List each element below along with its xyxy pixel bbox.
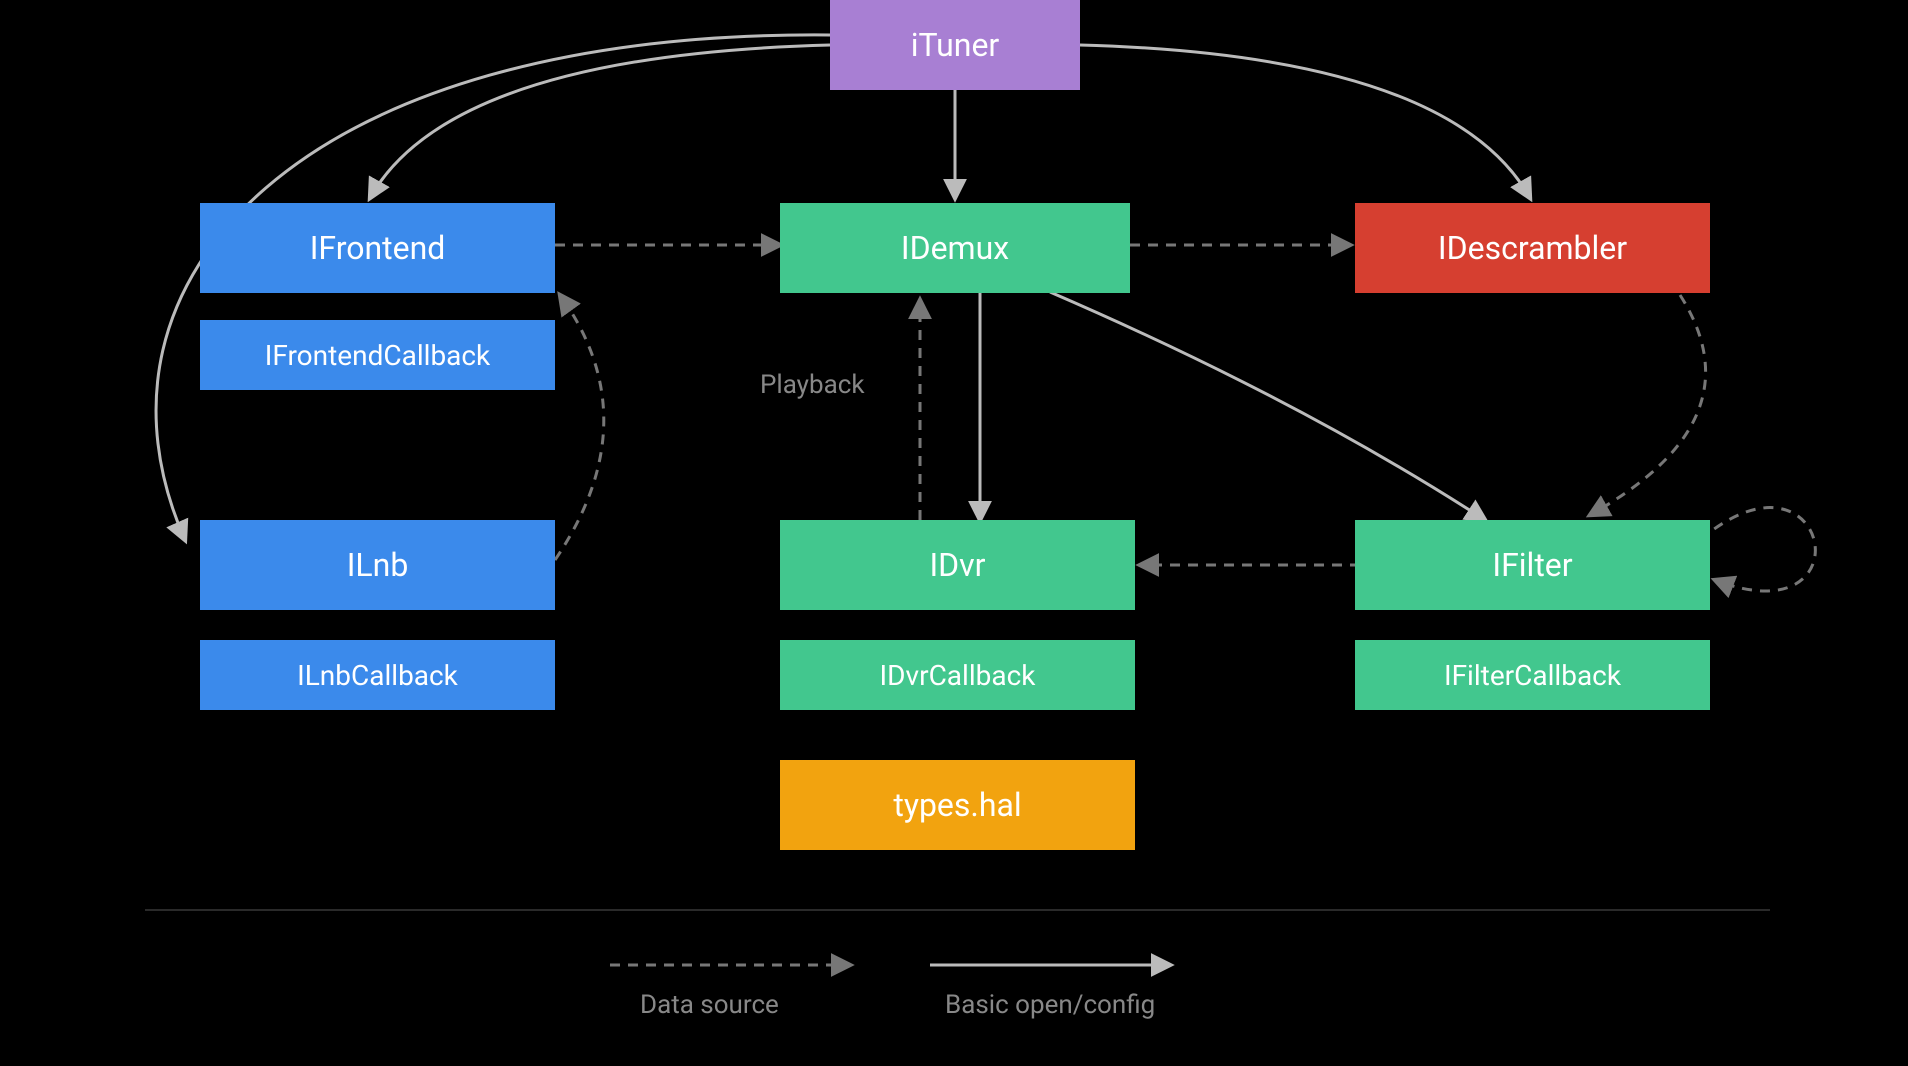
node-ilnbcallback: ILnbCallback [200, 640, 555, 710]
node-idvr: IDvr [780, 520, 1135, 610]
node-idvrcallback: IDvrCallback [780, 640, 1135, 710]
node-label: IDvrCallback [880, 659, 1036, 692]
legend-basic: Basic open/config [945, 990, 1155, 1020]
node-ituner: iTuner [830, 0, 1080, 90]
node-label: ILnb [347, 546, 409, 584]
node-idescrambler: IDescrambler [1355, 203, 1710, 293]
node-idemux: IDemux [780, 203, 1130, 293]
node-ilnb: ILnb [200, 520, 555, 610]
node-label: IFrontendCallback [265, 339, 491, 372]
node-label: IDvr [929, 546, 985, 584]
node-label: iTuner [911, 26, 1000, 64]
node-label: IFrontend [310, 229, 446, 267]
legend-datasource: Data source [640, 990, 779, 1020]
node-label: IDemux [901, 229, 1009, 267]
node-label: IFilter [1492, 546, 1572, 584]
node-label: IFilterCallback [1444, 659, 1621, 692]
edge-label-playback: Playback [760, 370, 865, 400]
node-ifrontendcallback: IFrontendCallback [200, 320, 555, 390]
node-label: types.hal [893, 786, 1021, 824]
node-ifiltercallback: IFilterCallback [1355, 640, 1710, 710]
node-label: ILnbCallback [297, 659, 458, 692]
node-typeshal: types.hal [780, 760, 1135, 850]
node-label: IDescrambler [1438, 229, 1627, 267]
node-ifrontend: IFrontend [200, 203, 555, 293]
node-ifilter: IFilter [1355, 520, 1710, 610]
diagram-canvas: iTuner IFrontend IFrontendCallback IDemu… [0, 0, 1908, 1066]
